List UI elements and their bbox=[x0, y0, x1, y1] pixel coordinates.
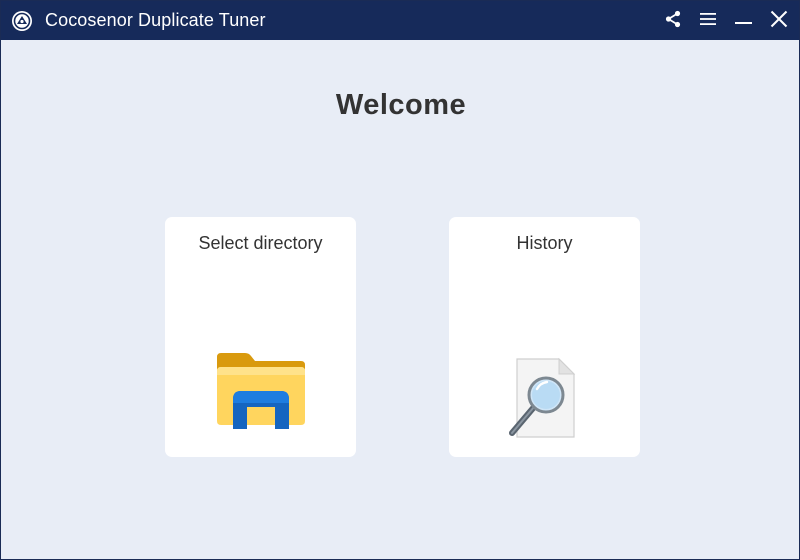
app-window: Cocosenor Duplicate Tuner Welcome Select… bbox=[0, 0, 800, 560]
close-button[interactable] bbox=[765, 7, 793, 35]
share-icon bbox=[665, 10, 681, 33]
select-directory-card[interactable]: Select directory bbox=[165, 217, 356, 457]
minimize-button[interactable] bbox=[729, 7, 757, 35]
minimize-icon bbox=[734, 12, 752, 30]
share-button[interactable] bbox=[659, 7, 687, 35]
search-document-icon bbox=[504, 357, 580, 443]
close-icon bbox=[770, 10, 788, 33]
folder-icon bbox=[215, 351, 307, 431]
history-label: History bbox=[516, 233, 573, 253]
select-directory-label: Select directory bbox=[198, 233, 323, 253]
welcome-heading: Welcome bbox=[335, 89, 467, 121]
title-bar: Cocosenor Duplicate Tuner bbox=[1, 1, 799, 40]
app-logo-icon bbox=[11, 10, 33, 32]
menu-icon bbox=[700, 12, 716, 31]
app-title: Cocosenor Duplicate Tuner bbox=[45, 10, 266, 30]
menu-button[interactable] bbox=[694, 7, 722, 35]
history-card[interactable]: History bbox=[449, 217, 640, 457]
